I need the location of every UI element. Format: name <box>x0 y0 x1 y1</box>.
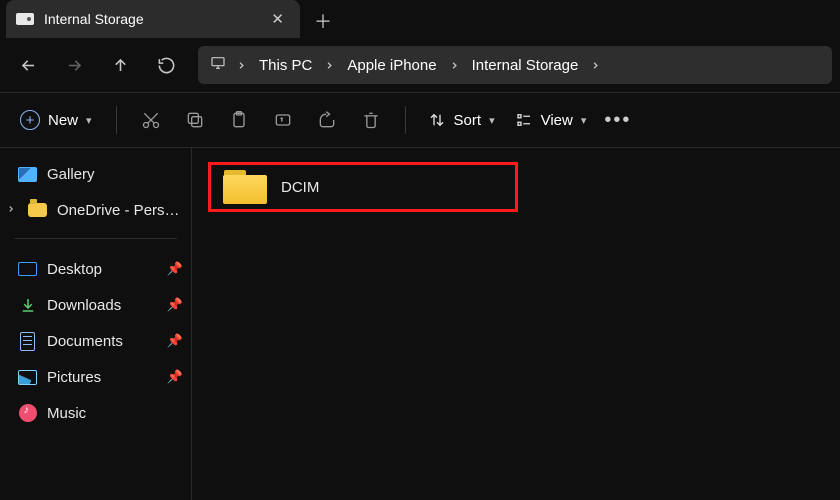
picture-icon <box>18 368 37 387</box>
chevron-right-icon <box>322 60 337 71</box>
breadcrumb-seg-2[interactable]: Internal Storage <box>468 57 583 74</box>
nav-row: This PC Apple iPhone Internal Storage <box>0 38 840 92</box>
close-tab-button[interactable]: ✕ <box>267 8 288 30</box>
new-tab-button[interactable]: ＋ <box>306 4 340 38</box>
sidebar-item-label: OneDrive - Personal <box>57 202 183 219</box>
folder-item-dcim[interactable]: DCIM <box>208 162 518 212</box>
sidebar-item-label: Pictures <box>47 369 157 386</box>
chevron-right-icon <box>588 60 603 71</box>
sidebar-item-label: Gallery <box>47 166 183 183</box>
sidebar-item-documents[interactable]: Documents 📌 <box>0 323 191 359</box>
divider <box>14 238 177 239</box>
rename-button[interactable] <box>261 100 305 140</box>
sidebar-item-pictures[interactable]: Pictures 📌 <box>0 359 191 395</box>
titlebar: Internal Storage ✕ ＋ <box>0 0 840 38</box>
chevron-right-icon[interactable] <box>4 203 18 217</box>
sidebar-item-gallery[interactable]: Gallery <box>0 156 191 192</box>
sidebar-item-music[interactable]: Music <box>0 395 191 431</box>
forward-button[interactable] <box>54 45 94 85</box>
pin-icon: 📌 <box>167 297 183 313</box>
view-label: View <box>541 112 573 129</box>
chevron-right-icon <box>447 60 462 71</box>
download-icon <box>18 296 37 315</box>
chevron-down-icon: ▾ <box>581 114 587 127</box>
sidebar-item-onedrive[interactable]: OneDrive - Personal <box>0 192 191 228</box>
share-button[interactable] <box>305 100 349 140</box>
document-icon <box>18 332 37 351</box>
sidebar-item-label: Music <box>47 405 183 422</box>
tab-title: Internal Storage <box>44 11 257 27</box>
sort-button[interactable]: Sort ▾ <box>418 105 505 135</box>
sidebar-item-label: Desktop <box>47 261 157 278</box>
chevron-down-icon: ▾ <box>86 114 92 127</box>
gallery-icon <box>18 165 37 184</box>
pin-icon: 📌 <box>167 261 183 277</box>
more-button[interactable]: ••• <box>596 109 639 132</box>
sidebar: Gallery OneDrive - Personal Desktop 📌 Do… <box>0 148 192 500</box>
refresh-button[interactable] <box>146 45 186 85</box>
content-pane[interactable]: DCIM <box>192 148 840 500</box>
music-icon <box>18 404 37 423</box>
paste-button[interactable] <box>217 100 261 140</box>
up-button[interactable] <box>100 45 140 85</box>
sort-label: Sort <box>454 112 482 129</box>
divider <box>405 106 406 134</box>
desktop-icon <box>18 260 37 279</box>
cut-button[interactable] <box>129 100 173 140</box>
view-button[interactable]: View ▾ <box>505 105 597 135</box>
copy-button[interactable] <box>173 100 217 140</box>
delete-button[interactable] <box>349 100 393 140</box>
folder-icon <box>223 170 267 204</box>
new-button[interactable]: + New ▾ <box>12 104 104 136</box>
sidebar-item-desktop[interactable]: Desktop 📌 <box>0 251 191 287</box>
folder-icon <box>28 201 47 220</box>
sidebar-item-downloads[interactable]: Downloads 📌 <box>0 287 191 323</box>
pin-icon: 📌 <box>167 369 183 385</box>
breadcrumb-seg-1[interactable]: Apple iPhone <box>343 57 440 74</box>
sidebar-item-label: Documents <box>47 333 157 350</box>
pin-icon: 📌 <box>167 333 183 349</box>
new-label: New <box>48 112 78 129</box>
folder-name: DCIM <box>281 179 319 196</box>
breadcrumb-seg-0[interactable]: This PC <box>255 57 316 74</box>
plus-circle-icon: + <box>20 110 40 130</box>
chevron-down-icon: ▾ <box>489 114 495 127</box>
toolbar: + New ▾ Sort ▾ View ▾ ••• <box>0 93 840 147</box>
divider <box>116 106 117 134</box>
body: Gallery OneDrive - Personal Desktop 📌 Do… <box>0 148 840 500</box>
window-tab[interactable]: Internal Storage ✕ <box>6 0 300 38</box>
back-button[interactable] <box>8 45 48 85</box>
this-pc-icon <box>208 55 228 75</box>
sidebar-item-label: Downloads <box>47 297 157 314</box>
chevron-right-icon <box>234 60 249 71</box>
address-bar[interactable]: This PC Apple iPhone Internal Storage <box>198 46 832 84</box>
drive-icon <box>16 13 34 25</box>
